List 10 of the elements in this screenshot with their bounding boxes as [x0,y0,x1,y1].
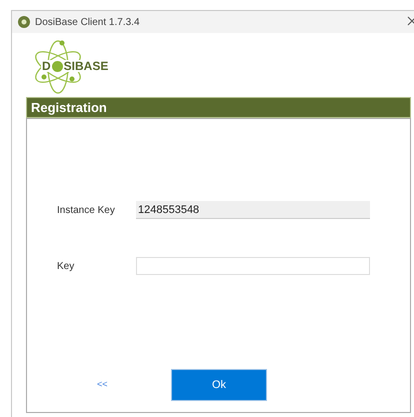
app-icon [18,16,30,28]
text-field[interactable] [136,257,370,275]
close-icon[interactable] [407,16,414,26]
field-label: Instance Key [57,204,116,218]
field-label: Key [57,260,76,274]
ok-button[interactable]: Ok [171,369,267,401]
logo: D SIBASE [32,39,124,95]
back-link[interactable]: << [97,378,171,392]
window-title: DosiBase Client 1.7.3.4 [35,16,140,30]
section-header: Registration [26,97,411,118]
